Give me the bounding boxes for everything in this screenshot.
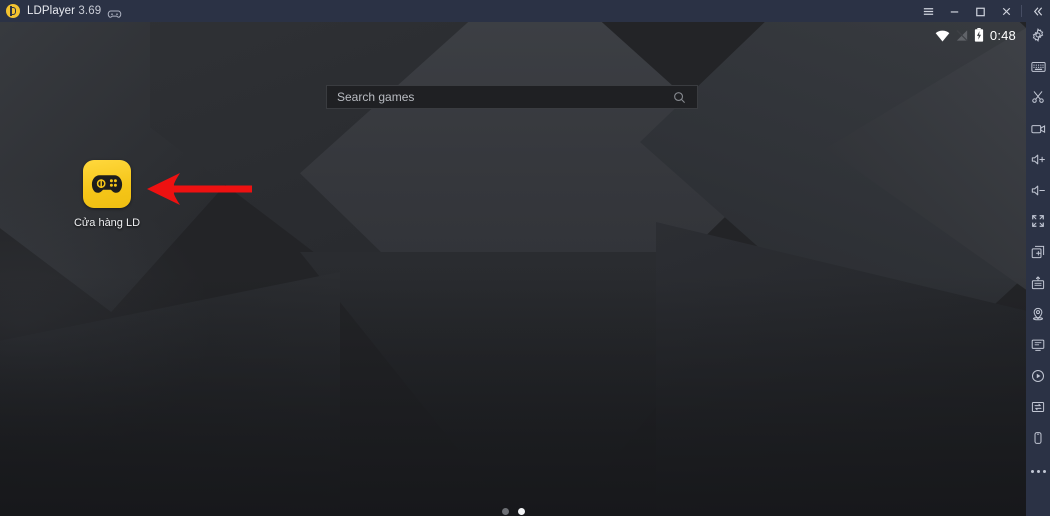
ld-store-gamepad-icon[interactable] [83, 160, 131, 208]
page-dot[interactable] [501, 508, 509, 515]
sidebar-item-virtual-location[interactable] [1026, 301, 1050, 332]
search-icon[interactable] [669, 91, 689, 104]
add-window-icon [1031, 245, 1045, 264]
page-dot-active[interactable] [517, 508, 525, 515]
clock: 0:48 [989, 27, 1016, 43]
video-camera-icon [1030, 122, 1046, 140]
sidebar-item-more-options[interactable] [1026, 456, 1050, 487]
sidebar-item-volume-up[interactable] [1026, 146, 1050, 177]
ldplayer-logo-icon [6, 4, 20, 18]
title-bar: LDPlayer 3.69 [0, 0, 1050, 22]
divider [1021, 5, 1022, 17]
location-pin-icon [1031, 307, 1045, 326]
scissors-icon [1031, 90, 1045, 109]
maximize-button[interactable] [967, 0, 993, 22]
phone-shake-icon [1031, 431, 1045, 450]
apk-install-icon [1031, 276, 1045, 295]
close-button[interactable] [993, 0, 1019, 22]
window-controls [915, 0, 1050, 22]
sidebar-item-display-settings[interactable] [1026, 332, 1050, 363]
sidebar-item-keyboard-mapping[interactable] [1026, 53, 1050, 84]
minimize-button[interactable] [941, 0, 967, 22]
search-input[interactable] [327, 90, 669, 104]
fullscreen-icon [1031, 214, 1045, 233]
tool-sidebar [1026, 22, 1050, 516]
gamepad-icon [107, 6, 122, 18]
wifi-icon [935, 29, 950, 42]
volume-down-icon [1031, 184, 1046, 202]
sidebar-item-settings[interactable] [1026, 22, 1050, 53]
gear-icon [1031, 28, 1045, 47]
sidebar-item-operation-record[interactable] [1026, 363, 1050, 394]
app-icon-ld-store[interactable]: Cửa hàng LD [74, 160, 140, 229]
android-screen: 0:48 Search games Cửa hàng LD [0, 22, 1026, 516]
window-title: LDPlayer 3.69 [27, 5, 101, 17]
app-version: 3.69 [78, 5, 102, 17]
battery-charging-icon [974, 28, 984, 42]
app-name: LDPlayer [27, 5, 76, 17]
ldplayer-window: LDPlayer 3.69 0:48 Search games Cửa hàng… [0, 0, 1050, 516]
sidebar-item-install-apk[interactable] [1026, 270, 1050, 301]
app-icon-label: Cửa hàng LD [73, 217, 141, 229]
signal-off-icon [956, 29, 968, 42]
sidebar-item-screenshot-crop[interactable] [1026, 84, 1050, 115]
menu-button[interactable] [915, 0, 941, 22]
search-bar[interactable] [326, 85, 698, 109]
sidebar-item-screen-record[interactable] [1026, 115, 1050, 146]
collapse-button[interactable] [1024, 0, 1050, 22]
sidebar-item-volume-down[interactable] [1026, 177, 1050, 208]
sidebar-item-sync-operation[interactable] [1026, 394, 1050, 425]
keyboard-icon [1030, 60, 1046, 78]
page-indicator [0, 508, 1026, 515]
android-status-bar: 0:48 [935, 22, 1026, 48]
sidebar-item-new-window[interactable] [1026, 239, 1050, 270]
play-circle-icon [1031, 369, 1045, 388]
sidebar-item-shake-device[interactable] [1026, 425, 1050, 456]
sync-arrows-icon [1031, 400, 1045, 419]
more-dots-icon [1030, 470, 1046, 473]
sidebar-item-fullscreen[interactable] [1026, 208, 1050, 239]
volume-up-icon [1031, 153, 1046, 171]
monitor-icon [1031, 338, 1045, 357]
annotation-arrow-icon [146, 170, 254, 208]
